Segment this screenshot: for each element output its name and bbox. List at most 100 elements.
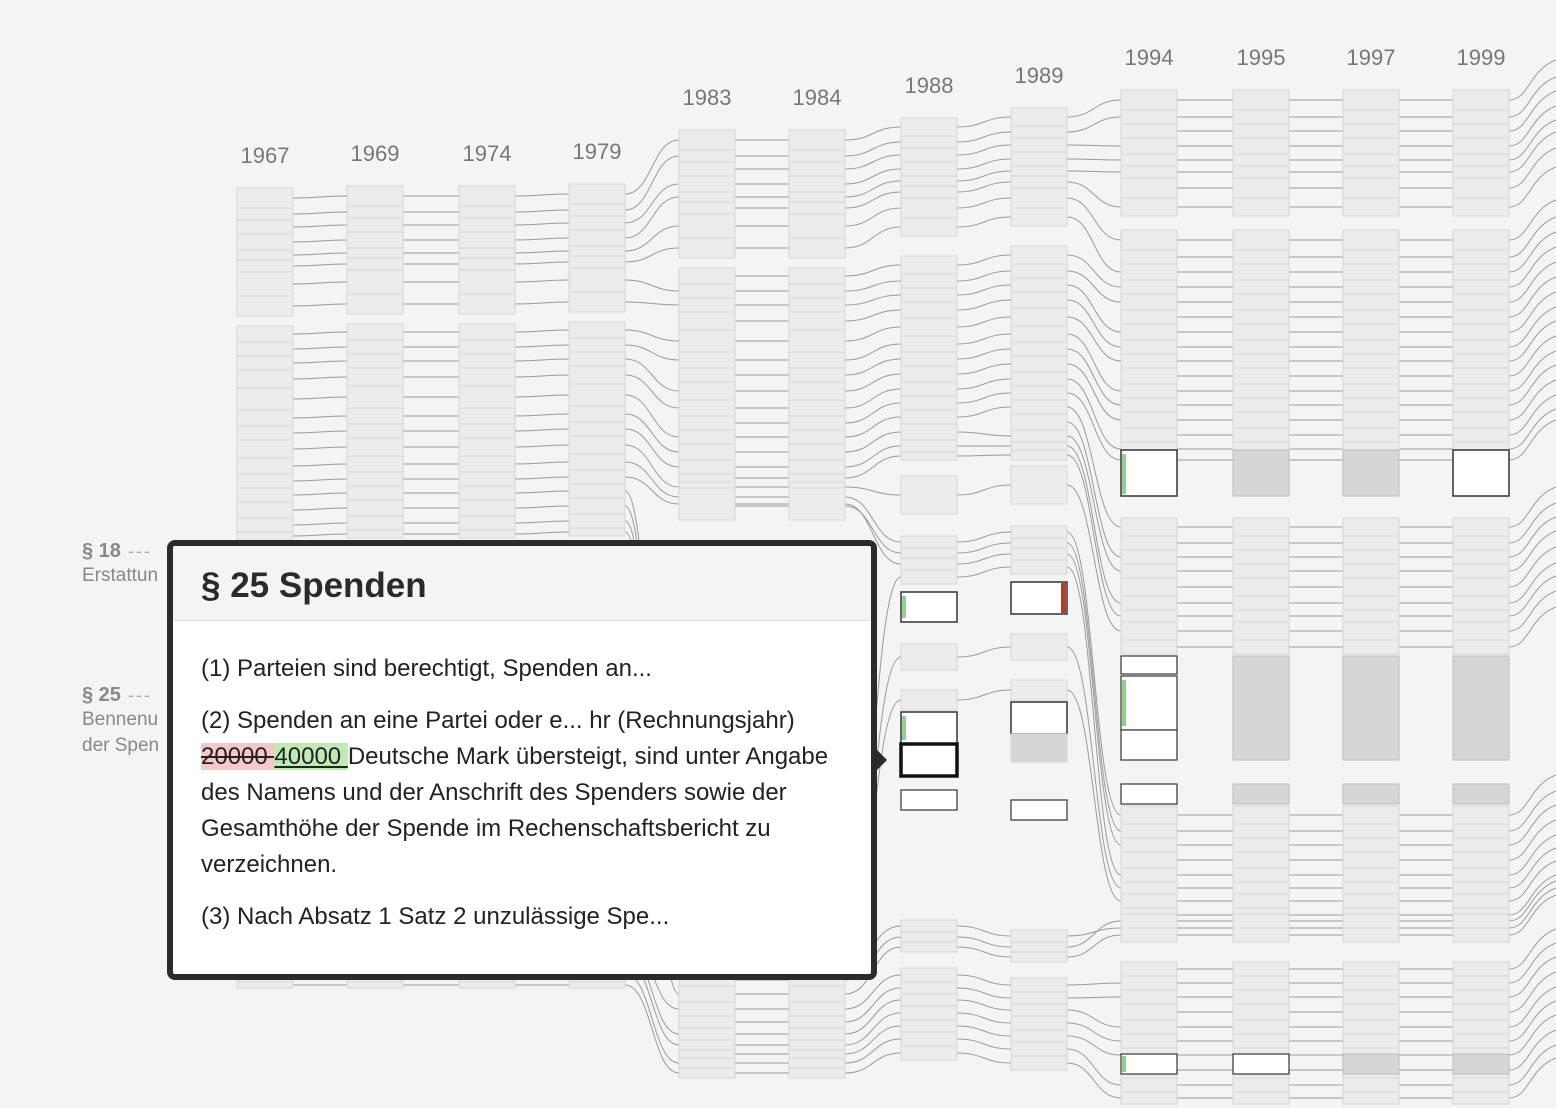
year-label-1997[interactable]: 1997 — [1347, 45, 1396, 70]
paragraph-block[interactable] — [1342, 153, 1400, 167]
paragraph-block[interactable] — [1232, 177, 1290, 199]
paragraph-block[interactable] — [1010, 1055, 1068, 1071]
paragraph-block[interactable] — [346, 205, 404, 219]
paragraph-block[interactable] — [900, 569, 958, 585]
paragraph-block[interactable] — [1452, 595, 1510, 611]
paragraph-block[interactable] — [1342, 1091, 1400, 1105]
paragraph-block[interactable] — [1452, 517, 1510, 537]
paragraph-block[interactable] — [900, 941, 958, 953]
paragraph-block[interactable] — [1342, 263, 1400, 281]
paragraph-block[interactable] — [236, 233, 294, 251]
paragraph-block[interactable] — [346, 485, 404, 501]
paragraph-block[interactable] — [678, 1039, 736, 1051]
paragraph-block[interactable] — [1342, 927, 1400, 943]
paragraph-block[interactable] — [1452, 229, 1510, 251]
changed-block[interactable] — [900, 711, 958, 745]
changed-block[interactable] — [1232, 1053, 1290, 1075]
paragraph-block[interactable] — [788, 1057, 846, 1069]
paragraph-block[interactable] — [458, 981, 516, 989]
paragraph-block[interactable] — [1232, 549, 1290, 565]
paragraph-block[interactable] — [1120, 1003, 1178, 1021]
paragraph-block[interactable] — [1010, 151, 1068, 167]
paragraph-block[interactable] — [346, 367, 404, 387]
paragraph-block[interactable] — [1232, 961, 1290, 977]
paragraph-block[interactable] — [458, 455, 516, 473]
paragraph-block[interactable] — [678, 237, 736, 259]
paragraph-block[interactable] — [236, 295, 294, 317]
paragraph-block[interactable] — [900, 557, 958, 571]
paragraph-block[interactable] — [1452, 893, 1510, 909]
paragraph-block[interactable] — [900, 981, 958, 995]
paragraph-block[interactable] — [1120, 961, 1178, 977]
paragraph-block[interactable] — [900, 1005, 958, 1021]
paragraph-block[interactable] — [1120, 177, 1178, 199]
changed-block[interactable] — [900, 789, 958, 811]
paragraph-block[interactable] — [1342, 279, 1400, 295]
paragraph-block[interactable] — [346, 257, 404, 271]
paragraph-block[interactable] — [1452, 123, 1510, 139]
paragraph-block[interactable] — [568, 215, 626, 231]
paragraph-block[interactable] — [788, 351, 846, 369]
paragraph-block[interactable] — [1010, 633, 1068, 661]
paragraph-block[interactable] — [346, 385, 404, 409]
paragraph-block[interactable] — [568, 497, 626, 515]
paragraph-block[interactable] — [1010, 941, 1068, 953]
paragraph-block[interactable] — [678, 429, 736, 445]
paragraph-block[interactable] — [788, 175, 846, 193]
paragraph-block[interactable] — [788, 1027, 846, 1041]
paragraph-block[interactable] — [900, 147, 958, 163]
paragraph-block[interactable] — [678, 201, 736, 215]
paragraph-block[interactable] — [900, 185, 958, 199]
paragraph-block[interactable] — [788, 237, 846, 259]
paragraph-block[interactable] — [900, 365, 958, 383]
paragraph-block[interactable] — [458, 423, 516, 439]
paragraph-block[interactable] — [788, 459, 846, 475]
paragraph-block[interactable] — [1452, 783, 1510, 805]
paragraph-block[interactable] — [346, 423, 404, 439]
paragraph-block[interactable] — [1120, 851, 1178, 869]
paragraph-block[interactable] — [1232, 975, 1290, 991]
paragraph-block[interactable] — [1452, 323, 1510, 341]
paragraph-block[interactable] — [1342, 1003, 1400, 1021]
paragraph-block[interactable] — [1452, 577, 1510, 597]
paragraph-block[interactable] — [1342, 913, 1400, 929]
paragraph-block[interactable] — [1342, 411, 1400, 429]
paragraph-block[interactable] — [1120, 893, 1178, 909]
paragraph-block[interactable] — [568, 365, 626, 385]
paragraph-block[interactable] — [678, 283, 736, 299]
paragraph-block[interactable] — [1120, 913, 1178, 929]
paragraph-block[interactable] — [1120, 323, 1178, 341]
paragraph-block[interactable] — [1010, 413, 1068, 431]
paragraph-block[interactable] — [1120, 881, 1178, 895]
paragraph-block[interactable] — [1010, 277, 1068, 293]
paragraph-block[interactable] — [1120, 397, 1178, 413]
paragraph-block[interactable] — [236, 409, 294, 427]
paragraph-block[interactable] — [1342, 427, 1400, 443]
paragraph-block[interactable] — [1452, 621, 1510, 641]
paragraph-block[interactable] — [1342, 621, 1400, 641]
paragraph-block[interactable] — [788, 329, 846, 353]
paragraph-block[interactable] — [1010, 1041, 1068, 1057]
year-label-1984[interactable]: 1984 — [793, 85, 842, 110]
paragraph-block[interactable] — [1232, 309, 1290, 325]
paragraph-block[interactable] — [236, 439, 294, 459]
paragraph-block[interactable] — [1342, 805, 1400, 825]
paragraph-block[interactable] — [1010, 1029, 1068, 1043]
paragraph-block[interactable] — [1120, 263, 1178, 281]
paragraph-block[interactable] — [458, 231, 516, 249]
paragraph-block[interactable] — [568, 383, 626, 407]
paragraph-block[interactable] — [458, 257, 516, 271]
paragraph-block[interactable] — [1010, 245, 1068, 265]
paragraph-block[interactable] — [1010, 385, 1068, 401]
paragraph-block[interactable] — [1120, 867, 1178, 883]
paragraph-block[interactable] — [458, 529, 516, 539]
paragraph-block[interactable] — [458, 185, 516, 207]
paragraph-block[interactable] — [1452, 427, 1510, 443]
paragraph-block[interactable] — [1232, 249, 1290, 265]
paragraph-block[interactable] — [1232, 805, 1290, 825]
paragraph-block[interactable] — [900, 287, 958, 303]
paragraph-block[interactable] — [900, 689, 958, 711]
paragraph-block[interactable] — [1010, 679, 1068, 701]
paragraph-block[interactable] — [1120, 197, 1178, 217]
paragraph-block[interactable] — [236, 981, 294, 989]
